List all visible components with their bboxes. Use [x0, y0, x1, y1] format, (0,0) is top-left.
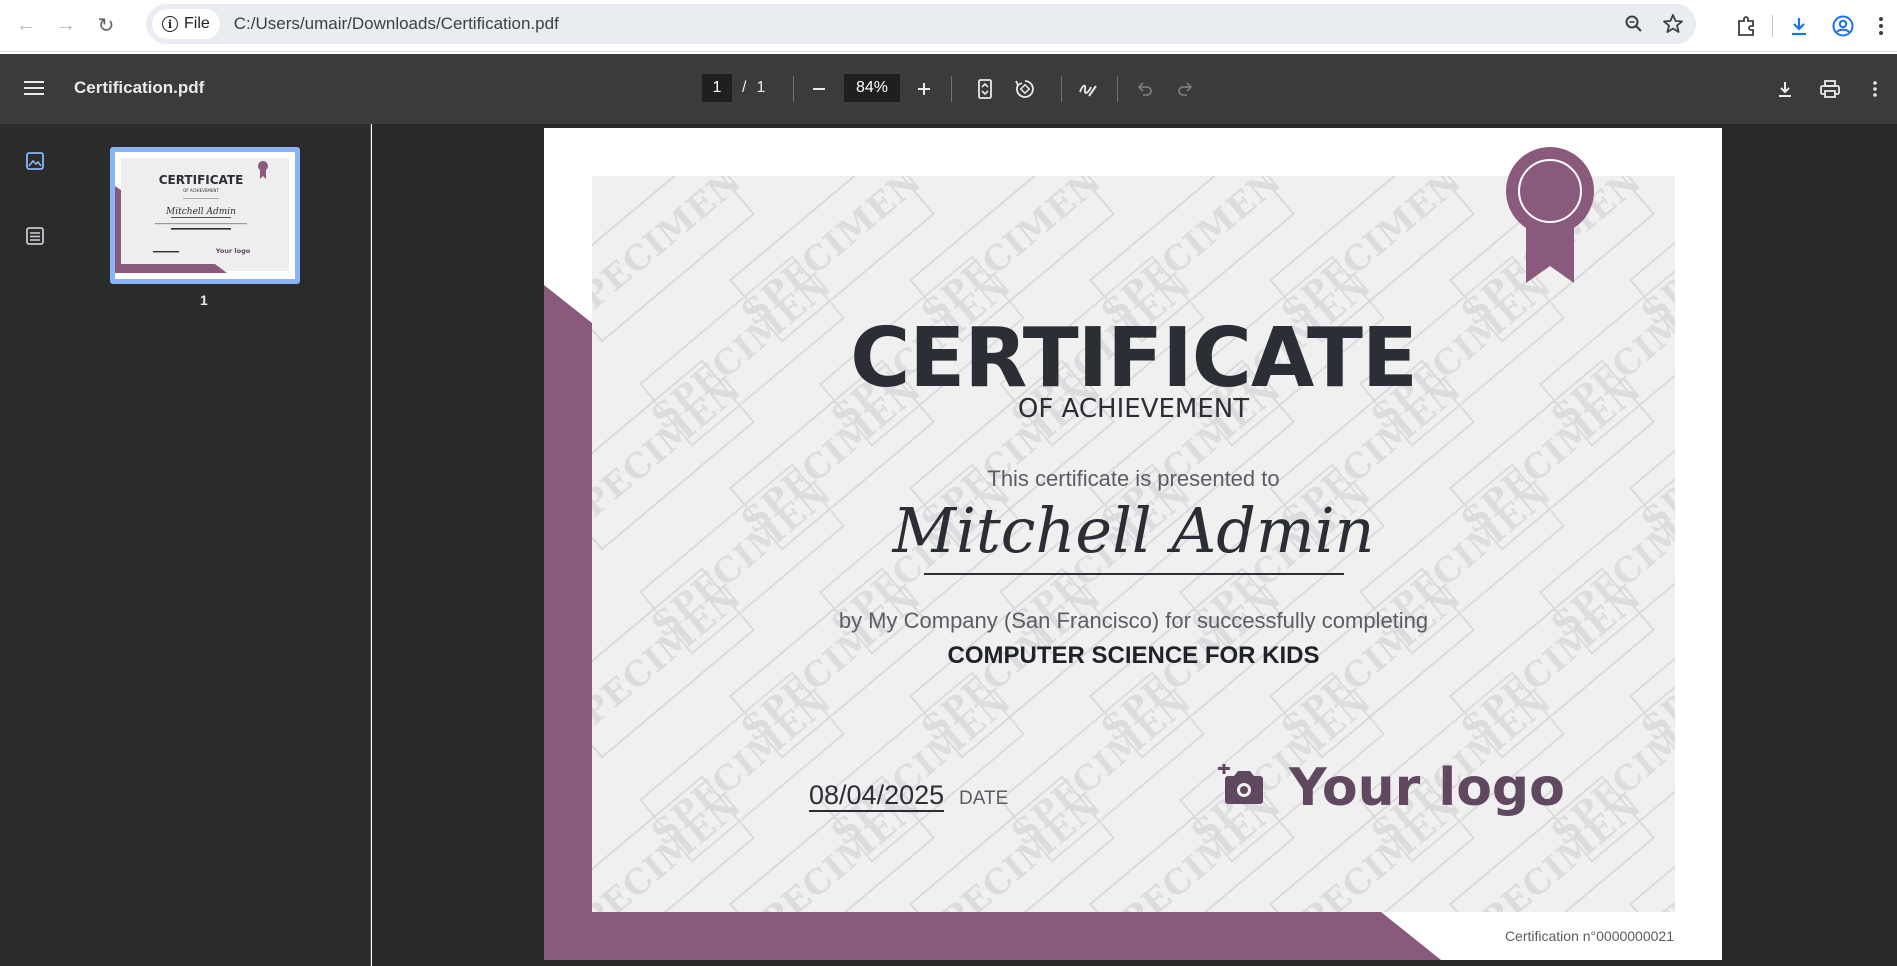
more-menu-icon[interactable]	[1865, 6, 1897, 46]
reload-icon[interactable]: ↻	[88, 8, 124, 44]
forward-icon[interactable]: →	[48, 8, 84, 44]
certificate-title: CERTIFICATE	[850, 311, 1418, 406]
more-options-icon[interactable]	[1860, 74, 1890, 104]
thumbnail-preview: CERTIFICATE OF ACHIEVEMENT Mitchell Admi…	[115, 152, 295, 279]
site-chip-label: File	[184, 15, 210, 32]
bookmark-star-icon[interactable]	[1662, 13, 1684, 35]
presented-to-text: This certificate is presented to	[987, 466, 1280, 491]
thumb-subtitle: OF ACHIEVEMENT	[183, 188, 219, 193]
rotate-icon[interactable]	[1010, 74, 1040, 104]
page-thumbnail[interactable]: CERTIFICATE OF ACHIEVEMENT Mitchell Admi…	[110, 147, 300, 284]
date-label: DATE	[959, 788, 1009, 809]
redo-icon[interactable]	[1170, 74, 1200, 104]
annotate-icon[interactable]	[1073, 74, 1103, 104]
extensions-icon[interactable]	[1724, 6, 1768, 46]
info-icon: i	[162, 16, 178, 32]
thumb-title: CERTIFICATE	[159, 173, 244, 187]
thumb-name: Mitchell Admin	[165, 207, 236, 217]
course-title: COMPUTER SCIENCE FOR KIDS	[947, 642, 1320, 669]
add-photo-icon	[1218, 764, 1263, 804]
divider	[1061, 76, 1062, 102]
zoom-icon[interactable]	[1624, 14, 1644, 34]
browser-toolbar: ← → ↻ i File C:/Users/umair/Downloads/Ce…	[0, 0, 1897, 52]
current-page-input[interactable]: 1	[702, 74, 732, 102]
certificate-number: Certification n°0000000021	[1504, 928, 1674, 944]
divider	[1117, 76, 1118, 102]
downloads-icon[interactable]	[1777, 6, 1821, 46]
zoom-level-input[interactable]: 84%	[844, 74, 900, 102]
certificate-subtitle: OF ACHIEVEMENT	[1017, 394, 1250, 424]
total-pages: 1	[756, 79, 766, 96]
download-icon[interactable]	[1770, 74, 1800, 104]
divider	[793, 76, 794, 102]
date-value: 08/04/2025	[809, 780, 945, 812]
logo-placeholder-text: Your logo	[1289, 758, 1565, 818]
url-text[interactable]: C:/Users/umair/Downloads/Certification.p…	[234, 14, 559, 34]
address-bar[interactable]: i File C:/Users/umair/Downloads/Certific…	[146, 4, 1696, 44]
thumb-logo: Your logo	[215, 247, 251, 255]
award-ribbon-icon	[1506, 147, 1594, 283]
zoom-in-icon[interactable]	[909, 74, 939, 104]
recipient-name: Mitchell Admin	[892, 494, 1375, 567]
back-icon[interactable]: ←	[8, 8, 44, 44]
fit-page-icon[interactable]	[970, 74, 1000, 104]
zoom-out-icon[interactable]	[804, 74, 834, 104]
name-underline	[924, 573, 1344, 575]
print-icon[interactable]	[1815, 74, 1845, 104]
thumbnail-sidebar: CERTIFICATE OF ACHIEVEMENT Mitchell Admi…	[0, 124, 371, 966]
thumbnail-page-number: 1	[200, 292, 208, 308]
divider	[1772, 15, 1773, 37]
pdf-page: SPECIMEN SPECIMEN SPECIMEN SPECIMEN SPECIMEN…	[544, 128, 1722, 960]
profile-icon[interactable]	[1821, 6, 1865, 46]
sidebar-menu-icon[interactable]	[22, 77, 46, 101]
page-selector: 1 / 1	[702, 74, 765, 102]
outline-view-icon[interactable]	[24, 225, 50, 251]
page-separator: /	[742, 79, 747, 96]
site-info-chip[interactable]: i File	[152, 9, 220, 39]
issuer-text: by My Company (San Francisco) for succes…	[838, 608, 1429, 633]
pdf-toolbar: Certification.pdf 1 / 1 84%	[0, 54, 1897, 124]
thumbnails-view-icon[interactable]	[24, 150, 50, 176]
divider	[951, 76, 952, 102]
certificate-body: SPECIMEN SPECIMEN SPECIMEN SPECIMEN SPECIMEN…	[592, 176, 1675, 912]
document-title: Certification.pdf	[74, 78, 205, 97]
undo-icon[interactable]	[1130, 74, 1160, 104]
